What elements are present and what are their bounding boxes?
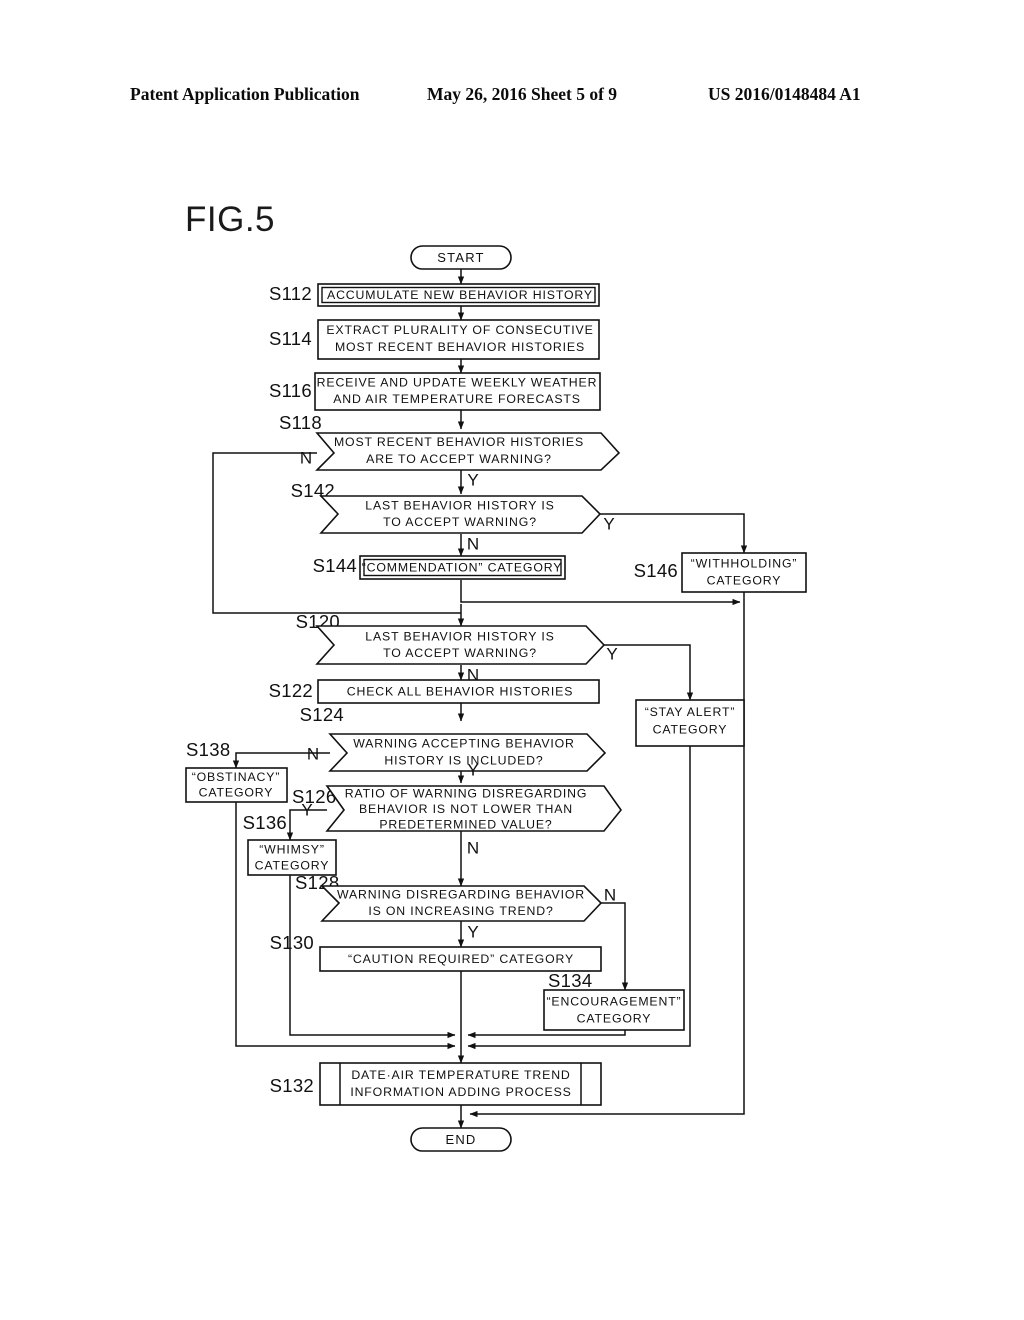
terminal-start-label: START [437,250,484,265]
node-label-s144: “COMMENDATION” CATEGORY [362,560,563,574]
node-label-s122: CHECK ALL BEHAVIOR HISTORIES [347,684,574,698]
node-label-s114-line1: EXTRACT PLURALITY OF CONSECUTIVE [326,323,593,337]
branch-label-s128-y: Y [467,922,478,941]
node-label-s136-line1: “WHIMSY” [259,842,325,856]
branch-label-s124-y: Y [467,760,478,779]
node-label-s116-line2: AND AIR TEMPERATURE FORECASTS [333,392,581,406]
branch-label-s142-n: N [467,534,479,553]
node-id-s116: S116 [269,380,312,401]
node-label-s114-line2: MOST RECENT BEHAVIOR HISTORIES [335,340,585,354]
node-label-s128-line1: WARNING DISREGARDING BEHAVIOR [337,887,585,901]
branch-label-s118-y: Y [467,470,478,489]
node-s130: S130 “CAUTION REQUIRED” CATEGORY [270,932,602,972]
node-s116: S116 RECEIVE AND UPDATE WEEKLY WEATHER A… [269,372,601,411]
node-label-s130: “CAUTION REQUIRED” CATEGORY [348,952,574,966]
node-s128: S128 WARNING DISREGARDING BEHAVIOR IS ON… [295,872,616,942]
node-s126: S126 RATIO OF WARNING DISREGARDING BEHAV… [292,785,623,857]
node-label-s126-line2: BEHAVIOR IS NOT LOWER THAN [359,802,573,816]
node-label-s146-line2: CATEGORY [707,573,782,587]
node-label-s142-line1: LAST BEHAVIOR HISTORY IS [365,498,554,512]
node-label-s134-line1: “ENCOURAGEMENT” [546,994,681,1008]
node-label-s138-line2: CATEGORY [199,785,274,799]
node-label-s112: ACCUMULATE NEW BEHAVIOR HISTORY [327,288,593,302]
node-id-s114: S114 [269,328,312,349]
node-label-s128-line2: IS ON INCREASING TREND? [368,904,553,918]
node-id-s132: S132 [270,1075,314,1096]
node-label-s120-line2: TO ACCEPT WARNING? [383,646,537,660]
terminal-start: START [410,245,512,270]
branch-label-s126-n: N [467,838,479,857]
node-id-s138: S138 [186,739,230,760]
node-s114: S114 EXTRACT PLURALITY OF CONSECUTIVE MO… [269,319,600,360]
node-label-s124-line2: HISTORY IS INCLUDED? [384,753,543,767]
node-s142: S142 LAST BEHAVIOR HISTORY IS TO ACCEPT … [291,480,615,554]
patent-page: Patent Application Publication May 26, 2… [0,0,1024,1320]
node-id-s130: S130 [270,932,314,953]
node-s146: S146 “WITHHOLDING” CATEGORY [634,552,807,593]
branch-label-s118-n: N [300,448,312,467]
node-id-s146: S146 [634,560,678,581]
branch-label-s126-y: Y [301,800,312,819]
branch-label-s120-y: Y [606,644,617,663]
conn-s138-to-merge [235,802,456,1050]
node-label-s142-line2: TO ACCEPT WARNING? [383,515,537,529]
node-s144: S144 “COMMENDATION” CATEGORY [313,555,566,580]
node-s140: S140 “STAY ALERT” CATEGORY [635,699,745,747]
node-label-s116-line1: RECEIVE AND UPDATE WEEKLY WEATHER [317,375,598,389]
node-id-s136: S136 [243,812,287,833]
node-label-s126-line1: RATIO OF WARNING DISREGARDING [345,786,588,800]
node-s122: S122 CHECK ALL BEHAVIOR HISTORIES [269,679,600,704]
node-label-s132-line2: INFORMATION ADDING PROCESS [350,1085,571,1099]
node-label-s132-line1: DATE·AIR TEMPERATURE TREND [351,1068,570,1082]
node-s134: S134 “ENCOURAGEMENT” CATEGORY [543,970,685,1031]
node-label-s136-line2: CATEGORY [255,858,330,872]
node-s124: S124 WARNING ACCEPTING BEHAVIOR HISTORY … [300,704,607,779]
node-id-s118: S118 [279,412,322,433]
node-label-s118-line2: ARE TO ACCEPT WARNING? [366,452,552,466]
node-id-s122: S122 [269,680,313,701]
node-s138: S138 “OBSTINACY” CATEGORY [185,739,288,803]
node-s118: S118 MOST RECENT BEHAVIOR HISTORIES ARE … [279,412,621,489]
node-id-s144: S144 [313,555,357,576]
node-id-s112: S112 [269,283,312,304]
terminal-end-label: END [445,1132,476,1147]
node-label-s140-line2: CATEGORY [653,722,728,736]
node-label-s120-line1: LAST BEHAVIOR HISTORY IS [365,629,554,643]
terminal-end: END [410,1127,512,1152]
flowchart-diagram: START S112 ACCUMULATE NEW BEHAVIOR HISTO… [185,245,807,1152]
node-label-s118-line1: MOST RECENT BEHAVIOR HISTORIES [334,435,584,449]
node-label-s140-line1: “STAY ALERT” [645,705,736,719]
node-s112: S112 ACCUMULATE NEW BEHAVIOR HISTORY [269,283,600,307]
node-label-s134-line2: CATEGORY [577,1011,652,1025]
branch-label-s124-n: N [307,744,319,763]
node-label-s126-line3: PREDETERMINED VALUE? [379,817,552,831]
node-id-s124: S124 [300,704,344,725]
conn-s142-y-to-s146 [596,513,748,554]
node-label-s146-line1: “WITHHOLDING” [691,556,798,570]
node-s132: S132 DATE·AIR TEMPERATURE TREND INFORMAT… [270,1062,602,1106]
node-id-s134: S134 [548,970,592,991]
branch-label-s142-y: Y [603,514,614,533]
node-label-s138-line1: “OBSTINACY” [192,770,281,784]
node-s120: S120 LAST BEHAVIOR HISTORY IS TO ACCEPT … [296,611,618,685]
branch-label-s128-n: N [604,885,616,904]
node-label-s124-line1: WARNING ACCEPTING BEHAVIOR [353,736,575,750]
